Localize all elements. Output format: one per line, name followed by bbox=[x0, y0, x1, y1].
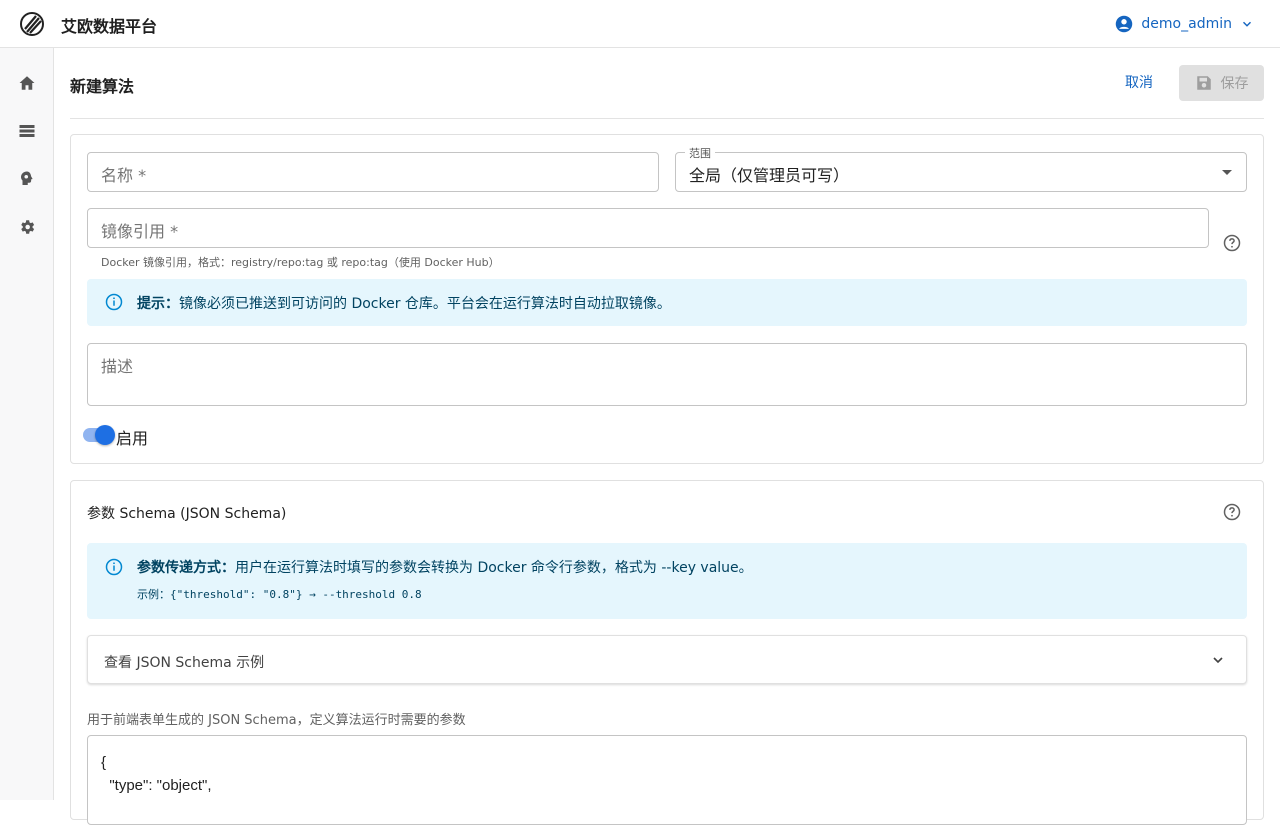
schema-info-body: 用户在运行算法时填写的参数会转换为 Docker 命令行参数，格式为 --key… bbox=[235, 560, 753, 576]
sidebar-item-settings[interactable] bbox=[16, 216, 38, 238]
name-field[interactable]: 名称 * bbox=[87, 152, 659, 192]
schema-editor[interactable]: { "type": "object", bbox=[87, 735, 1247, 825]
description-field[interactable]: 描述 bbox=[87, 343, 1247, 406]
tip-text: 提示：镜像必须已推送到可访问的 Docker 仓库。平台会在运行算法时自动拉取镜… bbox=[137, 293, 671, 313]
brand-name: 艾欧数据平台 bbox=[61, 17, 158, 36]
dropdown-caret-icon bbox=[1222, 170, 1232, 175]
main-content: 新建算法 取消 保存 名称 * 范围 全局（仅管理员可写） 镜像引用 * Doc… bbox=[70, 48, 1264, 825]
schema-example-accordion[interactable]: 查看 JSON Schema 示例 bbox=[87, 635, 1247, 684]
user-menu[interactable]: demo_admin bbox=[1115, 14, 1254, 34]
schema-example: 示例：{"threshold": "0.8"} → --threshold 0.… bbox=[137, 588, 422, 601]
code-line: { bbox=[101, 754, 107, 771]
schema-info-bold: 参数传递方式： bbox=[137, 560, 235, 576]
sidebar-item-algorithms[interactable] bbox=[16, 168, 38, 190]
sidebar bbox=[0, 48, 54, 800]
storage-icon bbox=[19, 125, 35, 137]
image-helper-text: Docker 镜像引用，格式：registry/repo:tag 或 repo:… bbox=[101, 256, 500, 269]
scope-label: 范围 bbox=[685, 145, 715, 161]
save-button[interactable]: 保存 bbox=[1179, 65, 1264, 101]
sidebar-item-home[interactable] bbox=[16, 72, 38, 94]
sidebar-item-storage[interactable] bbox=[16, 120, 38, 142]
tip-body: 镜像必须已推送到可访问的 Docker 仓库。平台会在运行算法时自动拉取镜像。 bbox=[179, 296, 671, 312]
top-app-bar: 艾欧数据平台 demo_admin bbox=[0, 0, 1280, 48]
code-line: "type": "object", bbox=[101, 777, 212, 794]
schema-note: 用于前端表单生成的 JSON Schema，定义算法运行时需要的参数 bbox=[87, 713, 466, 728]
page-title: 新建算法 bbox=[70, 77, 135, 96]
name-placeholder: 名称 * bbox=[101, 166, 147, 185]
account-icon bbox=[1116, 15, 1133, 33]
home-icon bbox=[19, 76, 35, 90]
scope-select[interactable]: 范围 全局（仅管理员可写） bbox=[675, 145, 1247, 192]
schema-title: 参数 Schema (JSON Schema) bbox=[87, 506, 287, 522]
schema-card: 参数 Schema (JSON Schema) 参数传递方式：用户在运行算法时填… bbox=[70, 480, 1264, 825]
chevron-down-icon bbox=[1242, 21, 1252, 27]
enabled-label: 启用 bbox=[116, 429, 149, 448]
enabled-switch[interactable] bbox=[83, 425, 115, 445]
brain-icon bbox=[21, 171, 33, 185]
cancel-button[interactable]: 取消 bbox=[1114, 70, 1164, 94]
image-placeholder: 镜像引用 * bbox=[101, 222, 179, 241]
logo-icon bbox=[20, 12, 44, 36]
schema-info-alert: 参数传递方式：用户在运行算法时填写的参数会转换为 Docker 命令行参数，格式… bbox=[87, 543, 1247, 619]
save-label: 保存 bbox=[1220, 75, 1249, 91]
description-placeholder: 描述 bbox=[101, 357, 134, 376]
save-icon bbox=[1196, 76, 1211, 90]
schema-info-text: 参数传递方式：用户在运行算法时填写的参数会转换为 Docker 命令行参数，格式… bbox=[137, 557, 753, 577]
expand-more-icon bbox=[1213, 657, 1223, 664]
tip-alert: 提示：镜像必须已推送到可访问的 Docker 仓库。平台会在运行算法时自动拉取镜… bbox=[87, 279, 1247, 326]
divider bbox=[70, 118, 1264, 119]
info-icon bbox=[105, 293, 123, 311]
tip-bold: 提示： bbox=[137, 296, 179, 312]
help-icon[interactable] bbox=[1223, 503, 1241, 521]
username: demo_admin bbox=[1141, 16, 1232, 32]
switch-knob bbox=[95, 425, 115, 445]
help-icon[interactable] bbox=[1223, 234, 1241, 252]
basic-info-card: 名称 * 范围 全局（仅管理员可写） 镜像引用 * Docker 镜像引用，格式… bbox=[70, 134, 1264, 464]
image-field[interactable]: 镜像引用 * bbox=[87, 208, 1209, 248]
settings-icon bbox=[21, 220, 35, 234]
accordion-label: 查看 JSON Schema 示例 bbox=[104, 655, 265, 671]
scope-value: 全局（仅管理员可写） bbox=[689, 166, 850, 185]
info-icon bbox=[105, 558, 123, 576]
